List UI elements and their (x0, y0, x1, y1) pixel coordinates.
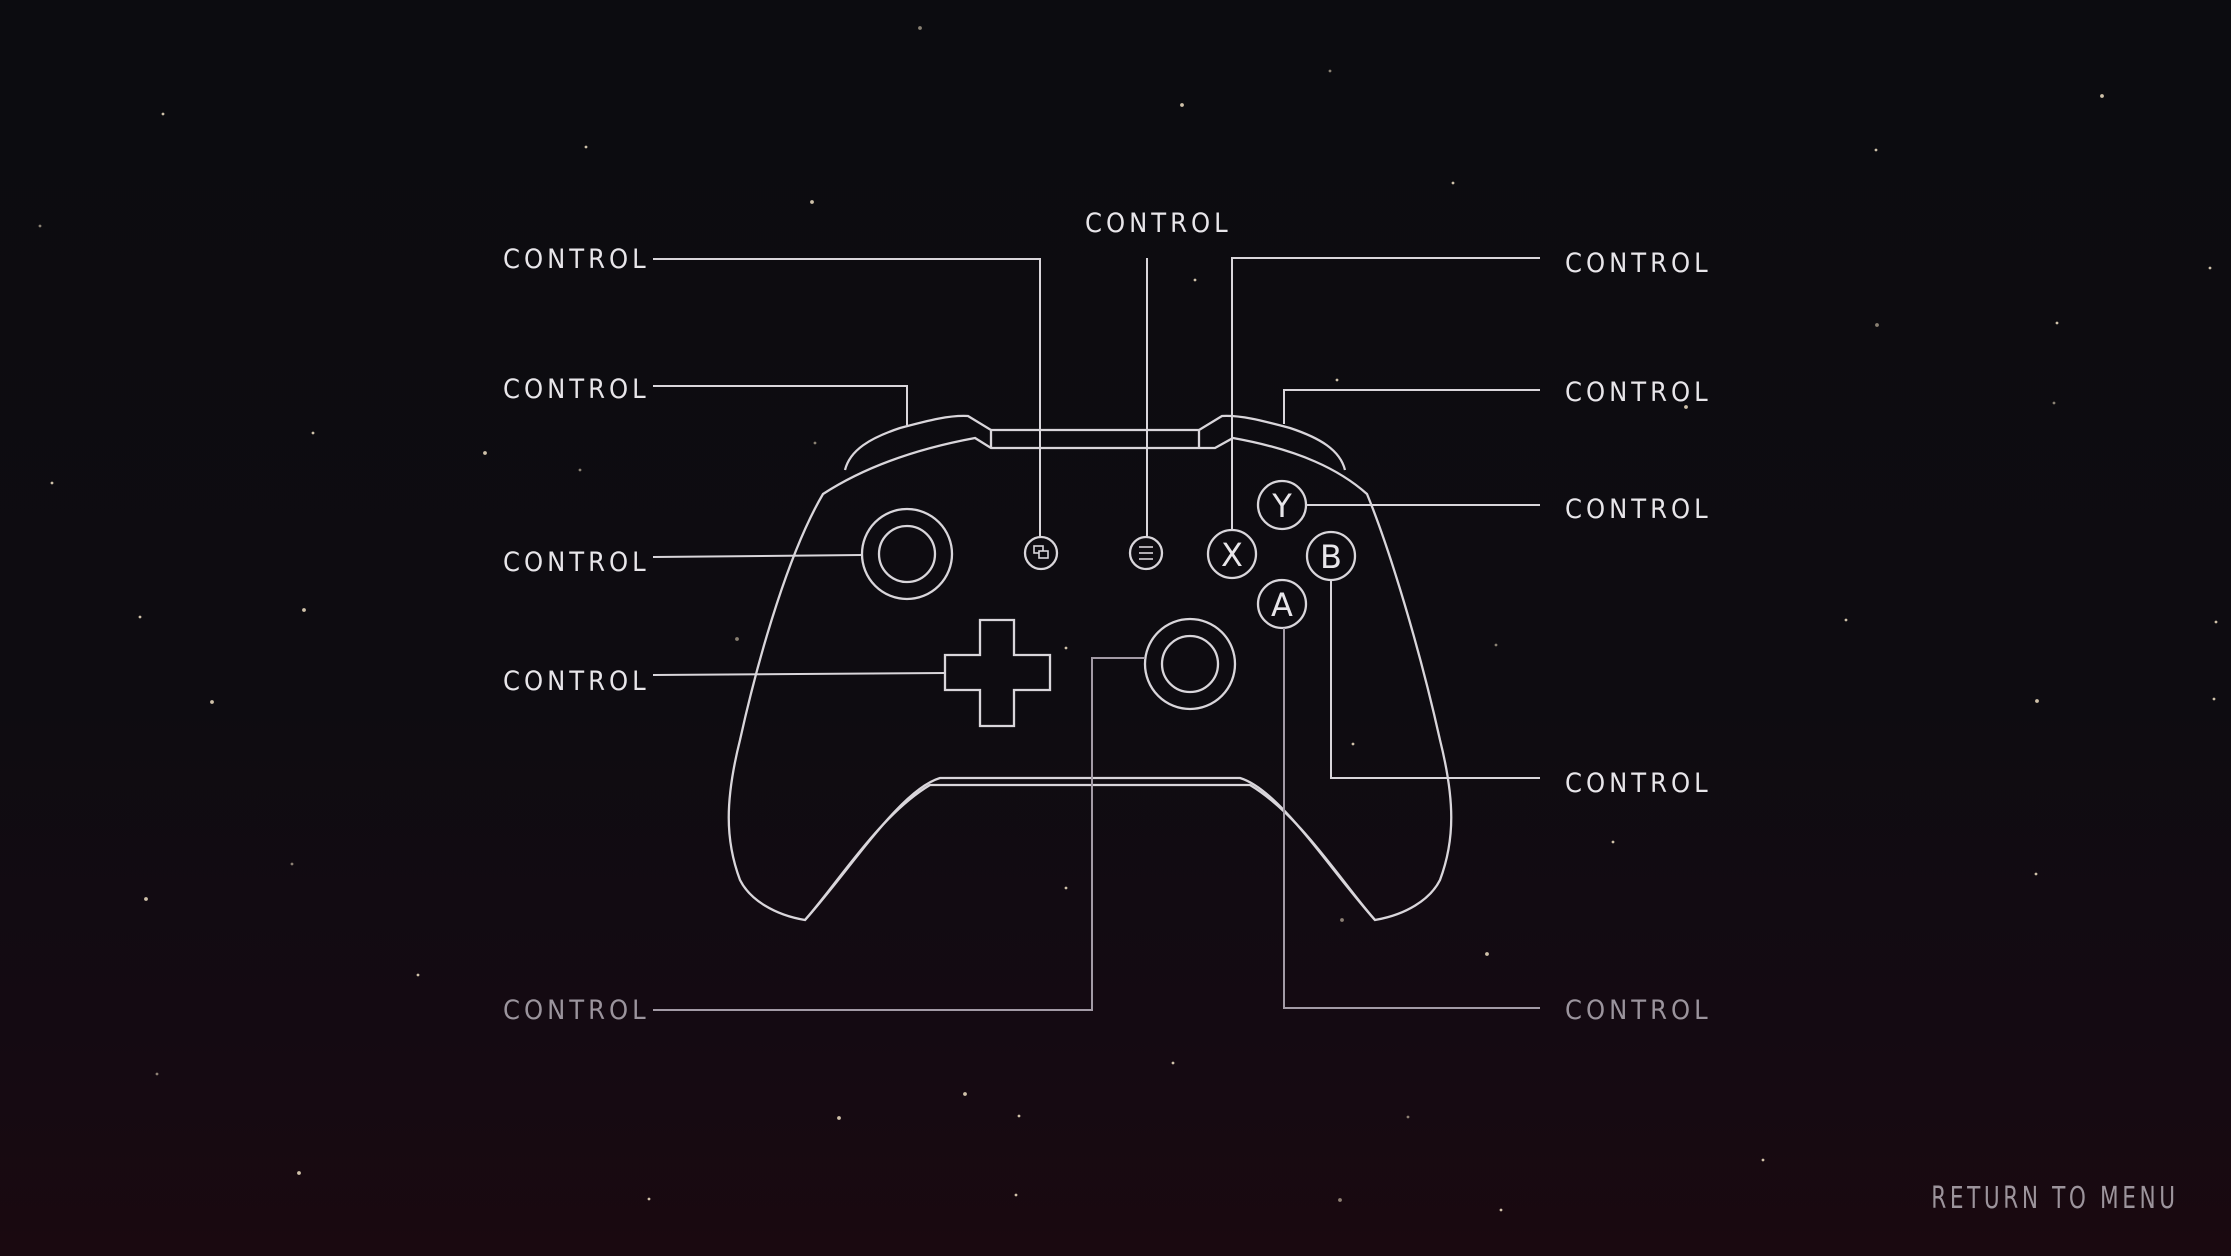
star (963, 1092, 967, 1096)
star (1611, 840, 1615, 844)
star (1499, 1208, 1503, 1212)
b-button-label: B (1320, 538, 1342, 576)
dpad[interactable] (943, 618, 1052, 728)
leader-lines (652, 257, 1540, 1011)
star (2208, 266, 2212, 270)
star (1761, 1158, 1765, 1162)
star (918, 26, 922, 30)
star (837, 1116, 841, 1120)
control-labels: CONTROL CONTROL CONTROL CONTROL CONTROL … (503, 208, 1712, 1026)
star (290, 862, 294, 866)
star (1844, 618, 1848, 622)
label-left-bumper: CONTROL (503, 374, 650, 405)
star (1875, 323, 1879, 327)
star (2052, 401, 2056, 405)
leader-a (1283, 628, 1540, 1009)
left-stick[interactable] (860, 507, 954, 601)
x-button[interactable]: X (1206, 528, 1258, 580)
star (161, 112, 165, 116)
controller-body (727, 436, 1453, 922)
right-bumper[interactable] (1197, 414, 1347, 471)
star (302, 608, 306, 612)
star (1064, 886, 1068, 890)
star (483, 451, 487, 455)
view-icon (1033, 545, 1049, 559)
star (1340, 918, 1344, 922)
leader-left-bumper (653, 385, 908, 425)
y-button[interactable]: Y (1256, 479, 1308, 531)
label-view: CONTROL (503, 244, 650, 275)
starfield (38, 26, 2218, 1212)
star (50, 481, 54, 485)
x-button-label: X (1221, 536, 1243, 574)
star (647, 1197, 651, 1201)
grip-inner-line (804, 776, 1376, 921)
star (1494, 643, 1498, 647)
return-to-menu-button[interactable]: RETURN TO MENU (1932, 1181, 2179, 1216)
y-button-label: Y (1271, 487, 1292, 525)
star (1451, 181, 1455, 185)
label-left-stick: CONTROL (503, 547, 650, 578)
label-right-bumper: CONTROL (1565, 377, 1712, 408)
view-button[interactable] (1023, 535, 1059, 571)
star (2212, 697, 2216, 701)
controller-outline (727, 414, 1453, 922)
star (2100, 94, 2104, 98)
label-y-button: CONTROL (1565, 494, 1712, 525)
star (2034, 872, 2038, 876)
left-bumper[interactable] (843, 414, 993, 471)
star (2055, 321, 2059, 325)
label-right-stick: CONTROL (503, 995, 650, 1026)
star (1014, 1193, 1018, 1197)
star (1351, 742, 1355, 746)
leader-right-stick (653, 657, 1145, 1011)
star (1193, 278, 1197, 282)
star (1485, 952, 1489, 956)
star (155, 1072, 159, 1076)
star (1406, 1115, 1410, 1119)
star (1017, 1114, 1021, 1118)
star (311, 431, 315, 435)
label-menu: CONTROL (1085, 208, 1232, 239)
star (810, 200, 814, 204)
star (1328, 69, 1332, 73)
leader-b (1330, 580, 1540, 779)
right-stick[interactable] (1143, 617, 1237, 711)
star (1064, 646, 1068, 650)
leader-left-stick (652, 554, 863, 558)
star (138, 615, 142, 619)
star (813, 441, 817, 445)
star (1335, 378, 1339, 382)
leader-view (653, 258, 1041, 537)
star (210, 700, 214, 704)
controller-diagram: Y X B A CONTROL CONTROL CONTROL CONTROL … (38, 26, 2218, 1212)
label-a-button: CONTROL (1565, 995, 1712, 1026)
star (144, 897, 148, 901)
label-dpad: CONTROL (503, 666, 650, 697)
star (38, 224, 42, 228)
menu-button[interactable] (1128, 535, 1164, 571)
label-b-button: CONTROL (1565, 768, 1712, 799)
controls-screen: Y X B A CONTROL CONTROL CONTROL CONTROL … (0, 0, 2231, 1256)
star (2035, 699, 2039, 703)
star (297, 1171, 301, 1175)
menu-icon (1139, 546, 1153, 560)
star (1874, 148, 1878, 152)
label-x-button: CONTROL (1565, 248, 1712, 279)
star (584, 145, 588, 149)
leader-dpad (652, 672, 946, 676)
star (578, 468, 582, 472)
a-button[interactable]: A (1256, 578, 1308, 630)
star (416, 973, 420, 977)
star (1180, 103, 1184, 107)
star (2214, 620, 2218, 624)
star (735, 637, 739, 641)
star (1171, 1061, 1175, 1065)
a-button-label: A (1271, 586, 1293, 624)
leader-right-bumper (1283, 389, 1540, 424)
b-button[interactable]: B (1305, 530, 1357, 582)
star (1338, 1198, 1342, 1202)
